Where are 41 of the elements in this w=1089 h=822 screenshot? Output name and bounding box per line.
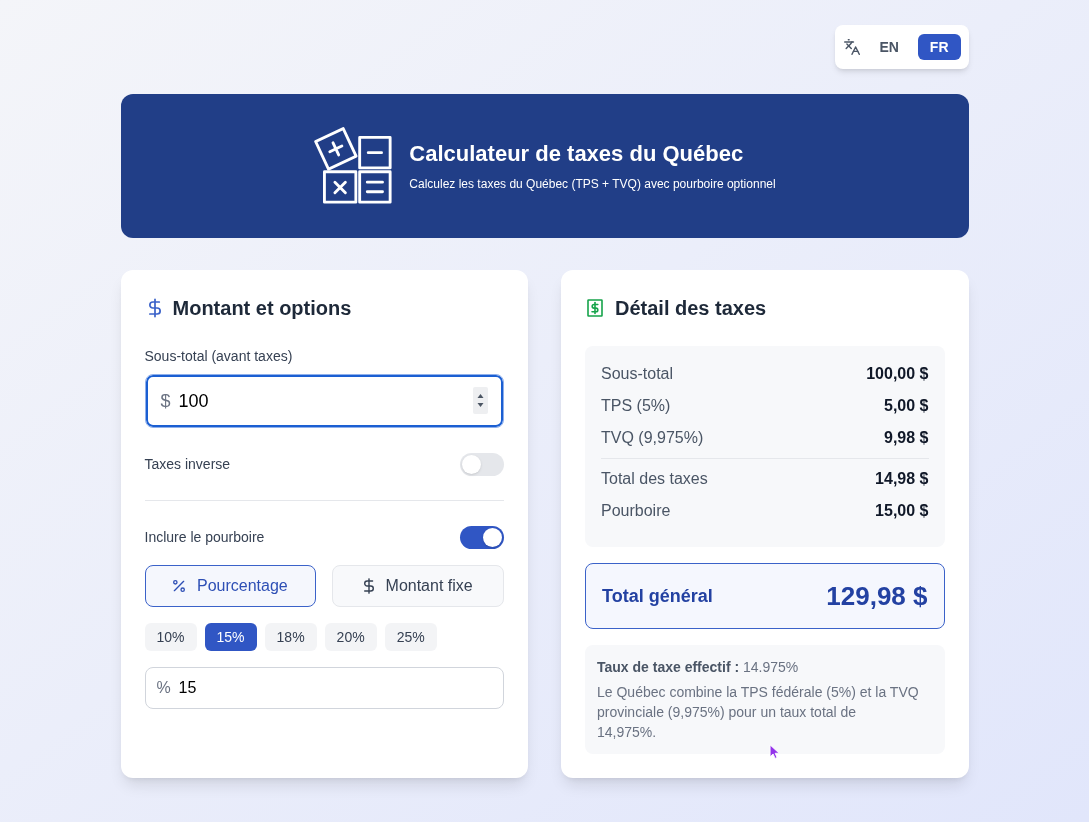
tip-preset-button[interactable]: 20% <box>324 623 377 651</box>
language-option[interactable]: FR <box>917 34 961 60</box>
tip-mode-button[interactable]: Montant fixe <box>332 565 504 607</box>
toggle-switch[interactable] <box>460 525 504 549</box>
percent-icon <box>173 580 185 592</box>
percent-prefix: % <box>156 678 171 698</box>
tip-preset-button[interactable]: 10% <box>144 623 197 651</box>
grand-total-label: Total général <box>602 585 713 608</box>
row-value: 9,98 $ <box>884 428 929 448</box>
field-label: Sous-total (avant taxes) <box>144 347 294 366</box>
tip-mode-button[interactable]: Pourcentage <box>144 565 317 607</box>
row-value: 15,00 $ <box>875 501 929 521</box>
card-title: Montant et options <box>172 296 352 321</box>
row-label: Total des taxes <box>601 469 708 489</box>
translate-icon[interactable] <box>844 39 861 55</box>
app-subtitle: Calculez les taxes du Québec (TPS + TVQ) avec pourboire optionnel <box>409 176 776 192</box>
currency-prefix: $ <box>160 390 171 413</box>
row-value: 100,00 $ <box>866 364 929 384</box>
effective-rate-text: Taux de taxe effectif : 14.975% <box>597 658 800 677</box>
app-title: Calculateur de taxes du Québec <box>409 140 745 168</box>
row-label: Pourboire <box>601 501 671 521</box>
tip-preset-button[interactable]: 25% <box>384 623 437 651</box>
grand-total-amount: 129,98 $ <box>826 579 928 613</box>
card-title: Détail des taxes <box>615 296 767 321</box>
info-text: Le Québec combine la TPS fédérale (5%) et la TVQ provinciale (9,975%) pour un taux total de 14,975%. <box>597 683 919 742</box>
row-label: TPS (5%) <box>601 396 671 416</box>
calculator-icon <box>313 126 394 206</box>
row-label: Sous-total <box>601 364 674 384</box>
tip-preset-button[interactable]: 18% <box>264 623 317 651</box>
row-label: TVQ (9,975%) <box>601 428 704 448</box>
toggle-switch[interactable] <box>460 452 504 476</box>
dollar-icon <box>363 578 374 594</box>
toggle-label: Taxes inverse <box>144 455 231 474</box>
stepper-icon[interactable] <box>473 387 488 414</box>
toggle-label: Inclure le pourboire <box>144 528 265 547</box>
dollar-icon <box>148 298 161 318</box>
language-option[interactable]: EN <box>867 34 911 60</box>
row-value: 5,00 $ <box>884 396 929 416</box>
row-value: 14,98 $ <box>875 469 929 489</box>
tip-preset-button[interactable]: 15% <box>204 623 257 651</box>
dollar-bill-icon <box>587 299 603 317</box>
